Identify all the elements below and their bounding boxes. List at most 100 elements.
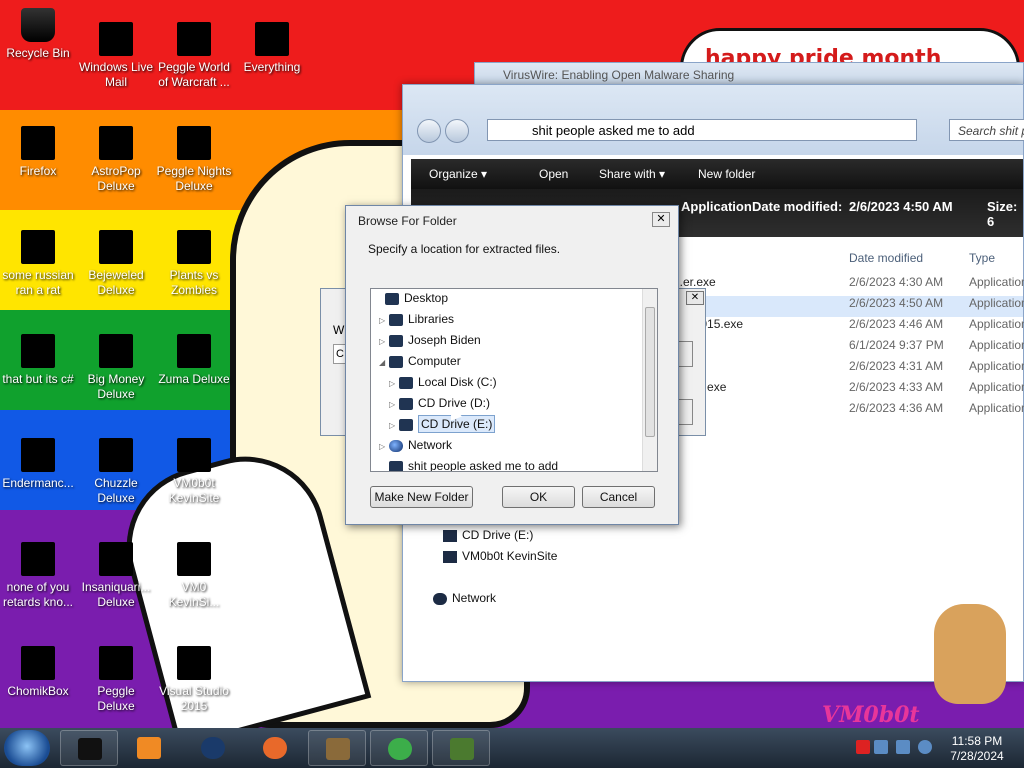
file-date: 6/1/2024 9:37 PM — [849, 338, 944, 352]
taskbar-app-minecraft[interactable] — [432, 730, 490, 766]
desktop-icon-everything[interactable]: Everything — [234, 22, 310, 75]
desktop-icon-peggle-deluxe[interactable]: Peggle Deluxe — [78, 646, 154, 714]
nav-tree-item-cd-e[interactable]: CD Drive (E:) — [443, 528, 533, 542]
taskbar-app-globe[interactable] — [184, 730, 242, 766]
cancel-button[interactable]: Cancel — [582, 486, 655, 508]
chevron-right-icon[interactable]: ▷ — [379, 337, 389, 346]
desktop-icon-insaniquarium[interactable]: Insaniquari... Deluxe — [78, 542, 154, 610]
explorer-title-bar[interactable]: VirusWire: Enabling Open Malware Sharing — [474, 62, 1024, 86]
insaniquarium-icon — [99, 542, 133, 576]
tree-item-desktop[interactable]: Desktop — [375, 291, 448, 311]
desktop-icon-russian-rat[interactable]: some russian ran a rat — [0, 230, 76, 298]
monitor-tray-icon[interactable] — [896, 740, 910, 754]
desktop-icon-windows-live-mail[interactable]: Windows Live Mail — [78, 22, 154, 90]
desktop-icon-peggle-nights[interactable]: Peggle Nights Deluxe — [156, 126, 232, 194]
open-button[interactable]: Open — [539, 167, 568, 181]
nav-tree-label: CD Drive (E:) — [462, 528, 534, 542]
zuma-icon — [177, 334, 211, 368]
file-row[interactable]: 2/6/2023 4:50 AM Application — [673, 296, 1024, 317]
tree-item-joseph-biden[interactable]: ▷ Joseph Biden — [379, 333, 481, 353]
flag-icon[interactable] — [856, 740, 870, 754]
desktop-icon-plants-vs-zombies[interactable]: Plants vs Zombies — [156, 230, 232, 298]
clock-date: 7/28/2024 — [950, 749, 1004, 763]
chomikbox-icon — [21, 646, 55, 680]
desktop-icon-endermanc[interactable]: Endermanc... — [0, 438, 76, 491]
file-row[interactable]: 2/6/2023 4:31 AM Application — [673, 359, 1024, 380]
chevron-right-icon[interactable]: ▷ — [379, 442, 389, 451]
desktop-icon-vm0b0t-kevinsite[interactable]: VM0b0t KevinSite — [156, 438, 232, 506]
tree-item-computer[interactable]: ◢ Computer — [379, 354, 461, 374]
volume-icon[interactable] — [918, 740, 932, 754]
taskbar-app-explorer[interactable] — [60, 730, 118, 766]
chevron-down-icon[interactable]: ◢ — [379, 358, 389, 367]
desktop-icon-none-of-you[interactable]: none of you retards kno... — [0, 542, 76, 610]
organize-menu[interactable]: Organize ▾ — [429, 167, 487, 181]
file-type: Application — [969, 317, 1024, 331]
extract-dialog-close-icon[interactable]: ✕ — [686, 291, 704, 305]
file-row[interactable]: 2/6/2023 4:36 AM Application — [673, 401, 1024, 422]
taskbar-clock[interactable]: 11:58 PM 7/28/2024 — [940, 734, 1014, 764]
start-button-icon[interactable] — [4, 730, 50, 766]
taskbar-app-media[interactable] — [120, 730, 178, 766]
taskbar-app-firefox[interactable] — [246, 730, 304, 766]
desktop-icon-zuma[interactable]: Zuma Deluxe — [156, 334, 232, 387]
desktop-icon-visual-studio[interactable]: Visual Studio 2015 — [156, 646, 232, 714]
chevron-right-icon[interactable]: ▷ — [389, 421, 399, 430]
desktop-icon-label: none of you retards kno... — [2, 580, 74, 609]
file-type: Application — [969, 296, 1024, 310]
tree-item-shit-people[interactable]: shit people asked me to add — [379, 459, 558, 471]
desktop-icon-astropop[interactable]: AstroPop Deluxe — [78, 126, 154, 194]
desktop-icon-chomikbox[interactable]: ChomikBox — [0, 646, 76, 699]
share-with-menu[interactable]: Share with ▾ — [599, 167, 665, 181]
peggle-nights-icon — [177, 126, 211, 160]
desktop-icon-bejeweled[interactable]: Bejeweled Deluxe — [78, 230, 154, 298]
network-tray-icon[interactable] — [874, 740, 888, 754]
desktop-icon-label: Chuzzle Deluxe — [94, 476, 138, 505]
new-folder-button[interactable]: New folder — [698, 167, 755, 181]
tree-item-libraries[interactable]: ▷ Libraries — [379, 312, 454, 332]
desktop-icon-firefox[interactable]: Firefox — [0, 126, 76, 179]
file-row[interactable]: 6/1/2024 9:37 PM Application — [673, 338, 1024, 359]
file-row[interactable]: ...er2015.exe 2/6/2023 4:46 AM Application — [673, 317, 1024, 338]
search-placeholder: Search shit p — [958, 124, 1024, 138]
file-date: 2/6/2023 4:33 AM — [849, 380, 944, 394]
address-bar[interactable]: shit people asked me to add — [487, 119, 917, 141]
file-type: Application — [969, 380, 1024, 394]
nav-tree-item-network[interactable]: Network — [433, 591, 496, 605]
ok-button[interactable]: OK — [502, 486, 575, 508]
forward-button[interactable] — [445, 119, 469, 143]
desktop-icon-csharp[interactable]: that but its c# — [0, 334, 76, 387]
desktop-icon-peggle-wow[interactable]: Peggle World of Warcraft ... — [156, 22, 232, 90]
close-icon[interactable]: ✕ — [652, 212, 670, 227]
back-button[interactable] — [417, 119, 441, 143]
search-input[interactable]: Search shit p — [949, 119, 1024, 141]
network-icon — [433, 592, 447, 605]
file-type: Application — [969, 359, 1024, 373]
taskbar-app-chomikbox[interactable] — [308, 730, 366, 766]
file-row[interactable]: ...port.exe2/6/2023 4:33 AMApplication — [673, 380, 1024, 401]
scrollbar-thumb[interactable] — [645, 307, 655, 437]
cd-drive-icon — [399, 397, 413, 410]
chevron-right-icon[interactable]: ▷ — [379, 316, 389, 325]
file-row[interactable]: ...er.exe 2/6/2023 4:30 AM Application — [673, 275, 1024, 296]
tree-item-cd-drive-d[interactable]: ▷ CD Drive (D:) — [389, 396, 490, 416]
desktop-icon-vm0-kevinsite[interactable]: VM0 KevinSi... — [156, 542, 232, 610]
column-type[interactable]: Type — [969, 251, 995, 265]
desktop-icon-recycle-bin[interactable]: Recycle Bin — [0, 8, 76, 61]
desktop-icon-big-money[interactable]: Big Money Deluxe — [78, 334, 154, 402]
tree-item-cd-drive-e[interactable]: ▷ CD Drive (E:) — [389, 415, 496, 437]
tree-item-local-disk-c[interactable]: ▷ Local Disk (C:) — [389, 375, 497, 395]
desktop-icon-label: Recycle Bin — [6, 46, 70, 60]
chevron-right-icon[interactable]: ▷ — [389, 379, 399, 388]
libraries-icon — [389, 313, 403, 326]
tree-scrollbar[interactable] — [642, 289, 657, 471]
media-player-icon — [137, 737, 161, 759]
chevron-right-icon[interactable]: ▷ — [389, 400, 399, 409]
nav-tree-item-vm0b0t[interactable]: VM0b0t KevinSite — [443, 549, 557, 563]
column-date-modified[interactable]: Date modified — [849, 251, 923, 265]
firefox-icon — [263, 737, 287, 759]
tree-item-network[interactable]: ▷ Network — [379, 438, 452, 458]
taskbar-app-virus[interactable] — [370, 730, 428, 766]
make-new-folder-button[interactable]: Make New Folder — [370, 486, 473, 508]
desktop-icon-chuzzle[interactable]: Chuzzle Deluxe — [78, 438, 154, 506]
